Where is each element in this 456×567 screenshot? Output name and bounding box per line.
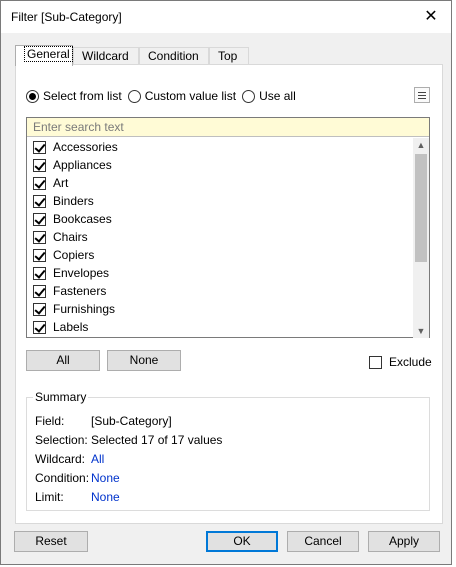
select-all-button[interactable]: All bbox=[26, 350, 100, 371]
summary-row-limit: Limit: None bbox=[35, 490, 120, 504]
checkbox[interactable] bbox=[33, 248, 46, 262]
cancel-button[interactable]: Cancel bbox=[287, 531, 359, 552]
checkbox[interactable] bbox=[33, 158, 46, 172]
select-none-button[interactable]: None bbox=[107, 350, 181, 371]
list-menu-icon[interactable] bbox=[414, 87, 430, 103]
scroll-down-icon[interactable]: ▼ bbox=[413, 324, 429, 338]
summary-title: Summary bbox=[33, 390, 89, 404]
list-item[interactable]: Furnishings bbox=[27, 300, 413, 318]
list-item[interactable]: Envelopes bbox=[27, 264, 413, 282]
summary-row-wildcard: Wildcard: All bbox=[35, 452, 105, 466]
checkbox[interactable] bbox=[33, 284, 46, 298]
wildcard-link[interactable]: All bbox=[91, 452, 104, 466]
value-list: Accessories Appliances Art Binders Bookc… bbox=[26, 117, 430, 338]
tab-top[interactable]: Top bbox=[209, 47, 249, 65]
filter-dialog: Filter [Sub-Category] ✕ General Wildcard… bbox=[0, 0, 452, 565]
list-item[interactable]: Copiers bbox=[27, 246, 413, 264]
list-item[interactable]: Labels bbox=[27, 318, 413, 336]
scroll-up-icon[interactable]: ▲ bbox=[413, 138, 429, 152]
summary-row-field: Field: [Sub-Category] bbox=[35, 414, 172, 428]
tab-condition[interactable]: Condition bbox=[139, 47, 209, 65]
close-icon[interactable]: ✕ bbox=[419, 5, 443, 29]
list-item[interactable]: Binders bbox=[27, 192, 413, 210]
exclude-toggle[interactable]: Exclude bbox=[369, 355, 432, 369]
radio-use-all[interactable]: Use all bbox=[242, 89, 296, 103]
tab-general[interactable]: General bbox=[15, 45, 73, 66]
reset-button[interactable]: Reset bbox=[14, 531, 88, 552]
list-item[interactable]: Bookcases bbox=[27, 210, 413, 228]
title-bar: Filter [Sub-Category] ✕ bbox=[1, 1, 451, 33]
general-tab-panel: Select from list Custom value list Use a… bbox=[15, 64, 443, 524]
checkbox[interactable] bbox=[33, 302, 46, 316]
list-item[interactable]: Chairs bbox=[27, 228, 413, 246]
summary-group: Summary Field: [Sub-Category] Selection:… bbox=[26, 390, 430, 511]
summary-row-condition: Condition: None bbox=[35, 471, 120, 485]
selection-mode-group: Select from list Custom value list Use a… bbox=[26, 89, 302, 103]
checkbox[interactable] bbox=[33, 266, 46, 280]
list-item[interactable]: Art bbox=[27, 174, 413, 192]
ok-button[interactable]: OK bbox=[206, 531, 278, 552]
exclude-label: Exclude bbox=[389, 355, 432, 369]
radio-button[interactable] bbox=[242, 89, 256, 103]
list-item[interactable]: Accessories bbox=[27, 138, 413, 156]
list-item[interactable]: Fasteners bbox=[27, 282, 413, 300]
radio-label: Select from list bbox=[43, 89, 122, 103]
apply-button[interactable]: Apply bbox=[368, 531, 440, 552]
summary-row-selection: Selection: Selected 17 of 17 values bbox=[35, 433, 223, 447]
list-item[interactable]: Appliances bbox=[27, 156, 413, 174]
scroll-thumb[interactable] bbox=[415, 154, 427, 262]
list-scrollbar[interactable]: ▲ ▼ bbox=[413, 138, 429, 338]
checkbox[interactable] bbox=[33, 212, 46, 226]
radio-button[interactable] bbox=[26, 89, 39, 103]
checkbox[interactable] bbox=[33, 194, 46, 208]
search-input[interactable] bbox=[27, 118, 429, 137]
radio-label: Use all bbox=[259, 89, 296, 103]
radio-label: Custom value list bbox=[144, 89, 237, 103]
tab-wildcard[interactable]: Wildcard bbox=[73, 47, 139, 65]
limit-link[interactable]: None bbox=[91, 490, 120, 504]
window-title: Filter [Sub-Category] bbox=[11, 10, 122, 24]
checkbox[interactable] bbox=[33, 176, 46, 190]
checkbox[interactable] bbox=[33, 140, 46, 154]
checkbox[interactable] bbox=[33, 320, 46, 334]
radio-button[interactable] bbox=[127, 89, 141, 103]
value-items: Accessories Appliances Art Binders Bookc… bbox=[27, 138, 413, 338]
radio-select-from-list[interactable]: Select from list bbox=[26, 89, 122, 103]
exclude-checkbox[interactable] bbox=[369, 355, 382, 369]
radio-custom-value-list[interactable]: Custom value list bbox=[127, 89, 237, 103]
condition-link[interactable]: None bbox=[91, 471, 120, 485]
checkbox[interactable] bbox=[33, 230, 46, 244]
